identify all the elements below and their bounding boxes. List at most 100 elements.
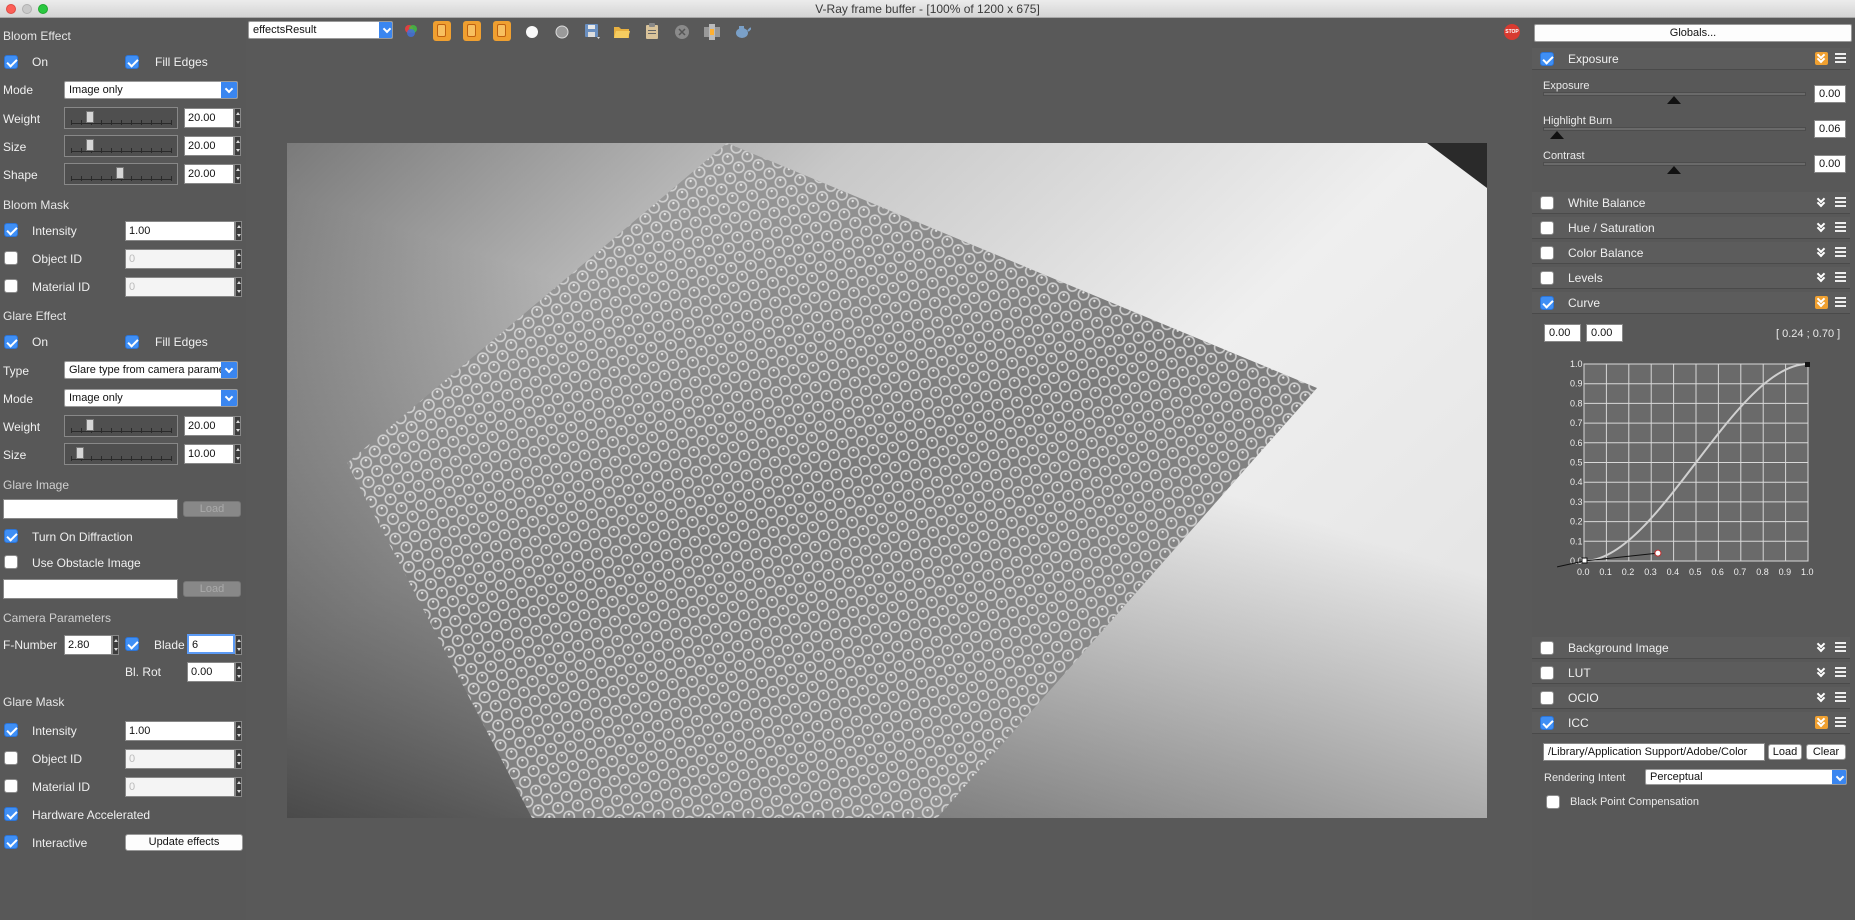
icc-clear-button[interactable]: Clear — [1806, 744, 1846, 760]
glare-mask-object-id-checkbox[interactable] — [4, 751, 18, 765]
bloom-shape-input[interactable]: 20.00 — [184, 164, 234, 184]
blade-spinner[interactable] — [235, 635, 242, 655]
glare-mask-material-id-checkbox[interactable] — [4, 779, 18, 793]
channel-select[interactable]: effectsResult — [248, 21, 393, 39]
menu-icon[interactable] — [1835, 272, 1846, 282]
color-balance-checkbox[interactable] — [1540, 246, 1554, 260]
bloom-mask-object-id-spinner[interactable] — [235, 249, 242, 269]
bloom-weight-input[interactable]: 20.00 — [184, 108, 234, 128]
glare-weight-input[interactable]: 20.00 — [184, 416, 234, 436]
curve-input-value[interactable]: 0.00 — [1544, 324, 1581, 342]
glare-size-input[interactable]: 10.00 — [184, 444, 234, 464]
hue-saturation-checkbox[interactable] — [1540, 221, 1554, 235]
glare-image-load-button[interactable]: Load — [183, 501, 241, 517]
diffraction-checkbox[interactable] — [4, 529, 18, 543]
highlight-burn-slider-thumb[interactable] — [1550, 131, 1564, 139]
collapse-icon[interactable] — [1815, 52, 1828, 65]
icc-profile-path[interactable]: /Library/Application Support/Adobe/Color — [1543, 743, 1765, 761]
red-channel-icon[interactable] — [433, 21, 451, 41]
icc-checkbox[interactable] — [1540, 716, 1554, 730]
glare-weight-slider[interactable] — [64, 415, 178, 437]
glare-mask-intensity-spinner[interactable] — [235, 721, 242, 741]
curve-graph[interactable]: 1.0 0.9 0.8 0.7 0.6 0.5 0.4 0.3 0.2 0.1 0.0 0.0 0.1… — [1546, 356, 1846, 621]
menu-icon[interactable] — [1835, 222, 1846, 232]
menu-icon[interactable] — [1835, 667, 1846, 677]
glare-mask-object-id-spinner[interactable] — [235, 749, 242, 769]
menu-icon[interactable] — [1835, 717, 1846, 727]
obstacle-image-path-field[interactable] — [3, 579, 178, 599]
slider-thumb[interactable] — [86, 111, 94, 123]
glare-mask-intensity-checkbox[interactable] — [4, 723, 18, 737]
white-circle-icon[interactable] — [523, 21, 541, 41]
glare-type-select[interactable]: Glare type from camera parameters — [64, 361, 238, 379]
menu-icon[interactable] — [1835, 692, 1846, 702]
bloom-weight-slider[interactable] — [64, 107, 178, 129]
fnumber-input[interactable]: 2.80 — [64, 635, 112, 655]
highlight-burn-input[interactable]: 0.06 — [1814, 120, 1846, 138]
collapse-icon[interactable] — [1815, 716, 1828, 729]
expand-icon[interactable] — [1815, 271, 1828, 284]
menu-icon[interactable] — [1835, 247, 1846, 257]
menu-icon[interactable] — [1835, 197, 1846, 207]
bloom-mask-intensity-checkbox[interactable] — [4, 223, 18, 237]
close-window-icon[interactable] — [6, 4, 16, 14]
curve-header[interactable]: Curve — [1532, 292, 1850, 314]
icc-load-button[interactable]: Load — [1768, 744, 1802, 760]
expand-icon[interactable] — [1815, 196, 1828, 209]
bloom-mode-select[interactable]: Image only — [64, 81, 238, 99]
glare-size-slider[interactable] — [64, 443, 178, 465]
fnumber-spinner[interactable] — [112, 635, 119, 655]
contrast-input[interactable]: 0.00 — [1814, 155, 1846, 173]
exposure-slider-thumb[interactable] — [1667, 96, 1681, 104]
expand-icon[interactable] — [1815, 641, 1828, 654]
render-viewport[interactable] — [287, 143, 1487, 818]
ocio-header[interactable]: OCIO — [1532, 687, 1850, 709]
menu-icon[interactable] — [1835, 297, 1846, 307]
expand-icon[interactable] — [1815, 221, 1828, 234]
glare-mask-object-id-input[interactable]: 0 — [125, 749, 235, 769]
curve-output-value[interactable]: 0.00 — [1586, 324, 1623, 342]
icc-header[interactable]: ICC — [1532, 712, 1850, 734]
background-image-header[interactable]: Background Image — [1532, 637, 1850, 659]
blade-input[interactable]: 6 — [187, 634, 235, 654]
blade-checkbox[interactable] — [125, 637, 139, 651]
glare-mask-intensity-input[interactable]: 1.00 — [125, 721, 235, 741]
curve-control-handle[interactable] — [1654, 549, 1662, 557]
bloom-size-slider[interactable] — [64, 135, 178, 157]
menu-icon[interactable] — [1835, 53, 1846, 63]
color-channels-icon[interactable] — [402, 21, 420, 41]
glare-fill-edges-checkbox[interactable] — [125, 335, 139, 349]
bloom-mask-material-id-checkbox[interactable] — [4, 279, 18, 293]
contrast-slider-thumb[interactable] — [1667, 166, 1681, 174]
bloom-mask-intensity-spinner[interactable] — [235, 221, 242, 241]
lut-checkbox[interactable] — [1540, 666, 1554, 680]
expand-icon[interactable] — [1815, 691, 1828, 704]
curve-control-point[interactable] — [1805, 362, 1810, 367]
exposure-input[interactable]: 0.00 — [1814, 85, 1846, 103]
glare-on-checkbox[interactable] — [4, 335, 18, 349]
minimize-window-icon[interactable] — [22, 4, 32, 14]
background-image-checkbox[interactable] — [1540, 641, 1554, 655]
levels-header[interactable]: Levels — [1532, 267, 1850, 289]
collapse-icon[interactable] — [1815, 296, 1828, 309]
exposure-checkbox[interactable] — [1540, 52, 1554, 66]
glare-mode-select[interactable]: Image only — [64, 389, 238, 407]
obstacle-image-load-button[interactable]: Load — [183, 581, 241, 597]
bloom-size-input[interactable]: 20.00 — [184, 136, 234, 156]
save-icon[interactable] — [583, 21, 601, 41]
glare-mask-material-id-spinner[interactable] — [235, 777, 242, 797]
bloom-on-checkbox[interactable] — [4, 55, 18, 69]
glare-mask-material-id-input[interactable]: 0 — [125, 777, 235, 797]
bloom-size-spinner[interactable] — [234, 136, 241, 156]
rendering-intent-select[interactable]: Perceptual — [1645, 769, 1847, 785]
gray-circle-icon[interactable] — [553, 21, 571, 41]
region-render-icon[interactable] — [703, 21, 721, 41]
green-channel-icon[interactable] — [463, 21, 481, 41]
white-balance-header[interactable]: White Balance — [1532, 192, 1850, 214]
slider-thumb[interactable] — [76, 447, 84, 459]
bloom-fill-edges-checkbox[interactable] — [125, 55, 139, 69]
stop-render-icon[interactable]: STOP — [1504, 24, 1520, 40]
hue-saturation-header[interactable]: Hue / Saturation — [1532, 217, 1850, 239]
color-balance-header[interactable]: Color Balance — [1532, 242, 1850, 264]
bloom-mask-intensity-input[interactable]: 1.00 — [125, 221, 235, 241]
